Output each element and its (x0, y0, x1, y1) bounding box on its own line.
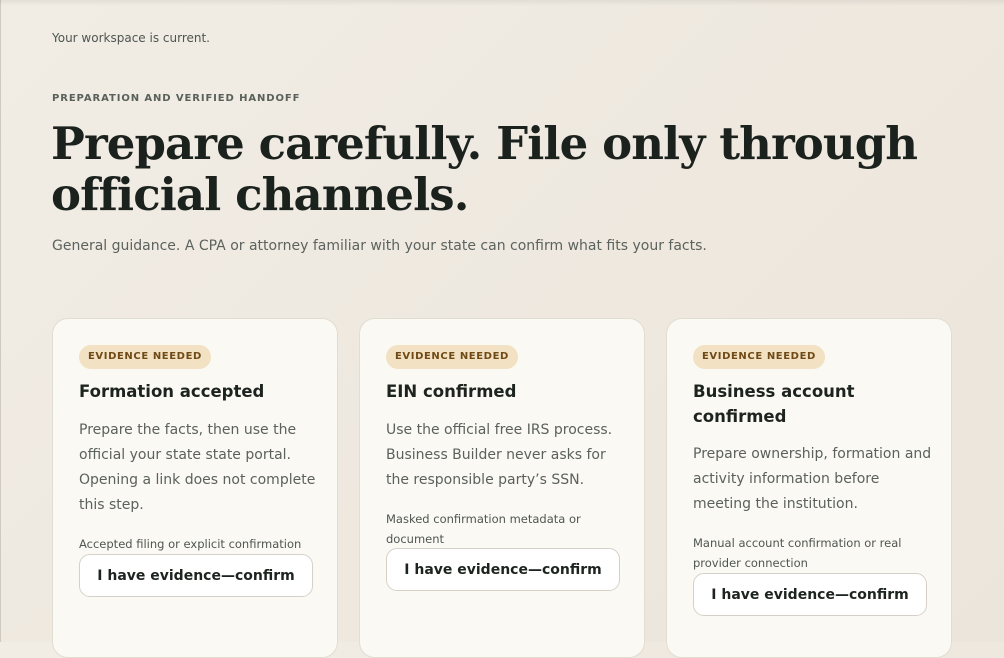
window-edge (0, 0, 1, 642)
workspace-status: Your workspace is current. (52, 31, 210, 45)
confirm-evidence-button[interactable]: I have evidence—confirm (693, 573, 927, 616)
card-evidence-requirement: Accepted filing or explicit confirmation (79, 537, 302, 551)
card-title: Business account confirmed (693, 382, 855, 426)
step-card-formation: EVIDENCE NEEDED Formation accepted Prepa… (52, 318, 338, 658)
confirm-evidence-button[interactable]: I have evidence—confirm (386, 548, 620, 591)
evidence-needed-badge: EVIDENCE NEEDED (386, 345, 518, 369)
card-title: Formation accepted (79, 382, 265, 401)
confirm-evidence-button[interactable]: I have evidence—confirm (79, 554, 313, 597)
card-description: Prepare the facts, then use the official… (79, 422, 316, 513)
card-evidence-requirement: Masked confirmation metadata or document (386, 512, 581, 546)
card-title: EIN confirmed (386, 382, 517, 401)
step-card-ein: EVIDENCE NEEDED EIN confirmed Use the of… (359, 318, 645, 658)
section-eyebrow: PREPARATION AND VERIFIED HANDOFF (52, 93, 301, 104)
evidence-needed-badge: EVIDENCE NEEDED (79, 345, 211, 369)
page-subtitle: General guidance. A CPA or attorney fami… (52, 238, 707, 254)
card-evidence-requirement: Manual account confirmation or real prov… (693, 536, 902, 570)
card-description: Use the official free IRS process. Busin… (386, 422, 613, 488)
step-card-business-account: EVIDENCE NEEDED Business account confirm… (666, 318, 952, 658)
page-title: Prepare carefully. File only through off… (51, 117, 918, 221)
top-shadow (0, 0, 1004, 6)
card-description: Prepare ownership, formation and activit… (693, 446, 932, 512)
evidence-needed-badge: EVIDENCE NEEDED (693, 345, 825, 369)
